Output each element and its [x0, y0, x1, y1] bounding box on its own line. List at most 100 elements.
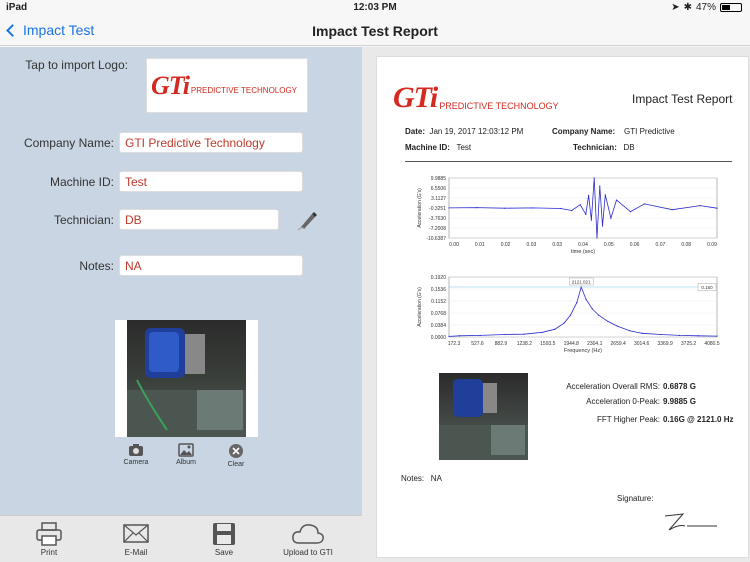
- data-point: [591, 308, 593, 310]
- gti-logo-mark: GTi: [151, 70, 190, 100]
- battery-icon: [720, 3, 742, 12]
- email-button[interactable]: E-Mail: [101, 522, 171, 557]
- y-tick-label: -0.3251: [429, 206, 446, 212]
- data-point: [541, 331, 544, 333]
- y-tick-label: 0.1920: [431, 275, 447, 281]
- y-tick-label: 3.1127: [431, 196, 446, 202]
- album-button[interactable]: Album: [166, 443, 206, 466]
- data-point: [590, 219, 592, 221]
- data-point: [616, 325, 618, 327]
- clear-button[interactable]: Clear: [216, 443, 256, 468]
- data-point: [643, 203, 646, 205]
- logo-import-button[interactable]: GTi PREDICTIVE TECHNOLOGY: [146, 58, 308, 113]
- report-logo: GTi PREDICTIVE TECHNOLOGY: [393, 81, 559, 115]
- battery-percent: 47%: [695, 2, 716, 13]
- x-tick-label: 1944.8: [564, 341, 580, 347]
- report-photo: [439, 373, 528, 460]
- x-tick-label: 0.07: [656, 242, 666, 248]
- x-tick-label: 3014.6: [634, 341, 650, 347]
- envelope-icon: [123, 524, 149, 543]
- camera-label: Camera: [123, 459, 149, 466]
- data-point: [641, 332, 643, 334]
- x-tick-label: 172.3: [448, 341, 461, 347]
- camera-button[interactable]: Camera: [116, 443, 156, 466]
- status-right: ➤ ✱ 47%: [671, 2, 742, 13]
- machine-id-field[interactable]: Test: [119, 171, 303, 192]
- x-tick-label: 0.09: [707, 242, 717, 248]
- printer-icon: [36, 522, 62, 546]
- company-field[interactable]: GTI Predictive Technology: [119, 132, 303, 153]
- battery-fill: [722, 5, 731, 10]
- notes-field[interactable]: NA: [119, 255, 303, 276]
- cloud-icon: [292, 524, 324, 544]
- save-label: Save: [214, 548, 234, 557]
- form-panel: Tap to import Logo: GTi PREDICTIVE TECHN…: [0, 47, 362, 515]
- data-point: [459, 335, 461, 337]
- stat-peak-label: Acceleration 0-Peak:: [586, 397, 660, 406]
- technician-field[interactable]: DB: [119, 209, 279, 230]
- x-tick-label: 0.00: [449, 242, 459, 248]
- report-date-value: Jan 19, 2017 12:03:12 PM: [429, 127, 524, 136]
- status-time: 12:03 PM: [353, 2, 397, 13]
- stat-peak: Acceleration 0-Peak: 9.9885 G: [529, 397, 696, 406]
- navigation-bar: Impact Test Impact Test Report: [0, 16, 750, 46]
- report-machine: Machine ID: Test: [405, 143, 471, 152]
- data-point: [576, 302, 578, 304]
- x-tick-label: 3725.2: [681, 341, 697, 347]
- data-point: [699, 204, 701, 207]
- x-tick-label: 0.01: [475, 242, 485, 248]
- stat-rms: Acceleration Overall RMS: 0.6878 G: [529, 382, 696, 391]
- data-point: [554, 328, 556, 330]
- stat-fft-label: FFT Higher Peak:: [597, 415, 660, 424]
- x-tick-label: 4080.5: [704, 341, 720, 347]
- data-point: [697, 335, 699, 337]
- signature-pen-icon[interactable]: [297, 209, 319, 231]
- data-point: [596, 237, 598, 239]
- camera-icon: [129, 444, 143, 456]
- report-title: Impact Test Report: [632, 92, 733, 106]
- data-point: [585, 298, 587, 301]
- album-label: Album: [176, 459, 196, 466]
- data-point: [593, 177, 595, 179]
- save-button[interactable]: Save: [189, 522, 259, 557]
- data-point: [604, 194, 606, 196]
- data-point: [607, 320, 609, 322]
- data-point: [597, 314, 600, 316]
- data-point: [523, 333, 525, 335]
- x-tick-label: 0.04: [578, 242, 588, 248]
- y-tick-label: -3.7630: [429, 216, 446, 222]
- x-axis-label: time (sec): [571, 249, 595, 255]
- fft-spectrum-chart: 0.1920 0.1536 0.1152 0.0768 0.0384 0.0000172.…: [417, 275, 720, 354]
- time-waveform-chart: 9.9885 6.5506 3.1127 -0.3251 -3.7630 -7.2008 -…: [417, 176, 718, 255]
- page-title: Impact Test Report: [312, 23, 438, 39]
- notes-label: Notes:: [79, 259, 114, 273]
- status-bar: iPad 12:03 PM ➤ ✱ 47%: [0, 0, 750, 16]
- logo-label: Tap to import Logo:: [25, 58, 128, 72]
- y-tick-label: 9.9885: [431, 176, 447, 182]
- floppy-disk-icon: [213, 523, 235, 545]
- data-point: [504, 207, 506, 209]
- stat-fft-value: 0.16G @ 2121.0 Hz: [663, 415, 734, 424]
- data-point: [563, 322, 565, 324]
- data-point: [660, 333, 662, 336]
- report-machine-photo-icon: [439, 379, 528, 460]
- x-tick-label: 882.9: [495, 341, 508, 347]
- data-point: [587, 194, 590, 197]
- location-icon: ➤: [671, 2, 680, 13]
- plot-area: [448, 276, 718, 338]
- print-button[interactable]: Print: [14, 522, 84, 557]
- data-point: [569, 314, 572, 316]
- photo-preview[interactable]: [115, 320, 258, 437]
- album-icon: [178, 443, 194, 457]
- data-point: [629, 211, 632, 213]
- upload-button[interactable]: Upload to GTI: [272, 522, 344, 557]
- data-point: [448, 335, 450, 337]
- print-label: Print: [40, 548, 58, 557]
- report-signature-label: Signature:: [617, 494, 654, 503]
- report-technician-value: DB: [623, 143, 635, 152]
- x-tick-label: 2659.4: [611, 341, 627, 347]
- data-point: [679, 334, 681, 337]
- report-notes-label: Notes:: [401, 474, 425, 483]
- bluetooth-icon: ✱: [683, 2, 692, 13]
- data-point: [716, 335, 718, 337]
